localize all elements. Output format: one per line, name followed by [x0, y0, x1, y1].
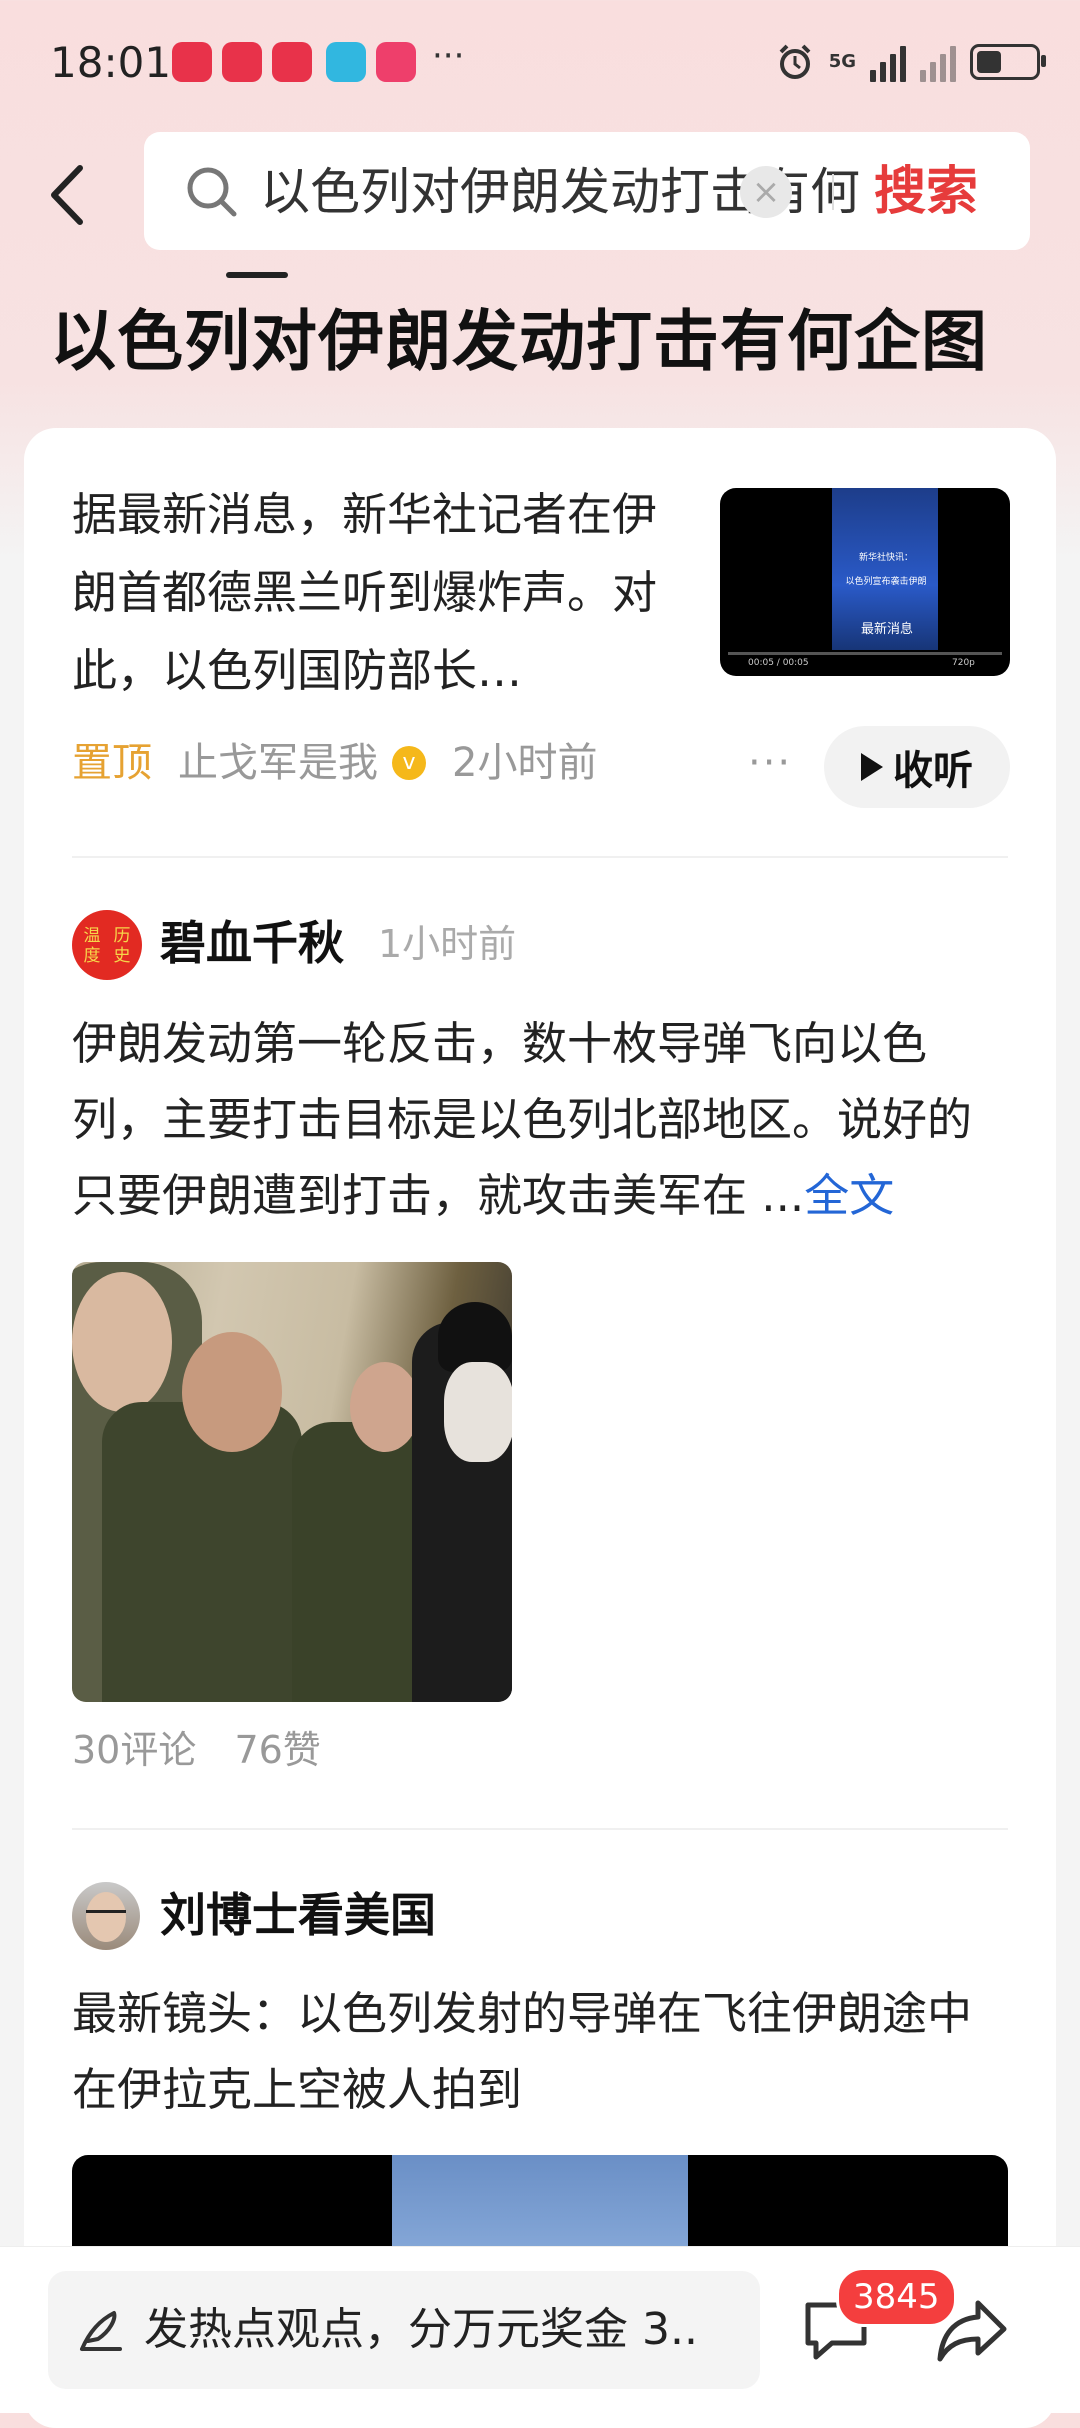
pen-icon: [80, 2311, 122, 2351]
thumb-caption: 最新消息: [860, 622, 913, 637]
post-stats: 30评论 76赞: [72, 1722, 347, 1778]
post-time: 1小时前: [378, 922, 517, 966]
video-app-icon: [376, 42, 416, 82]
back-arrow-icon[interactable]: [40, 160, 100, 230]
search-bar: 以色列对伊朗发动打击有何企图 × 搜索: [144, 132, 1030, 250]
post-author[interactable]: 刘博士看美国: [160, 1880, 436, 1950]
full-text-link[interactable]: 全文: [804, 1169, 894, 1222]
video-quality: 720p: [952, 658, 975, 668]
thumb-caption: 新华社快讯：: [858, 553, 913, 563]
verified-icon: v: [392, 746, 426, 780]
pinned-label: 置顶: [72, 740, 152, 786]
listen-label: 收听: [893, 748, 973, 794]
signal-icon: [870, 42, 906, 82]
news-summary[interactable]: 据最新消息，新华社记者在伊朗首都德黑兰听到爆炸声。对此，以色列国防部长…: [72, 476, 682, 710]
more-notifications: ···: [432, 36, 465, 76]
thumb-caption: 以色列宣布袭击伊朗: [845, 577, 927, 587]
bottom-bar: 发热点观点，分万元奖金 3.. 3845: [0, 2246, 1080, 2413]
divider: [72, 856, 1008, 858]
post-text[interactable]: 最新镜头：以色列发射的导弹在飞往伊朗途中在伊拉克上空被人拍到: [72, 1976, 1012, 2128]
signal-icon: [920, 42, 956, 82]
battery-icon: [970, 44, 1046, 80]
share-icon[interactable]: [934, 2291, 1012, 2369]
divider: [72, 1828, 1008, 1830]
comment-placeholder: 发热点观点，分万元奖金 3..: [144, 2304, 698, 2355]
comment-input[interactable]: 发热点观点，分万元奖金 3..: [48, 2271, 760, 2389]
post-video[interactable]: [72, 2155, 1008, 2255]
search-divider: [832, 174, 834, 210]
status-icons: 5G: [775, 40, 1046, 84]
comment-count[interactable]: 30评论: [72, 1728, 196, 1772]
money-app-icon: [172, 42, 212, 82]
more-options-icon[interactable]: ···: [748, 740, 792, 786]
status-bar: 18:01 ··· 5G: [0, 0, 1080, 130]
play-icon: [861, 753, 883, 781]
search-icon: [187, 167, 237, 217]
tab-indicator: [226, 272, 288, 278]
status-time: 18:01: [50, 38, 172, 87]
post-image[interactable]: [72, 1262, 512, 1702]
avatar[interactable]: [72, 1882, 140, 1950]
post-author[interactable]: 碧血千秋: [160, 908, 344, 978]
money-app-icon: [272, 42, 312, 82]
post-text[interactable]: 伊朗发动第一轮反击，数十枚导弹飞向以色列，主要打击目标是以色列北部地区。说好的只…: [72, 1006, 1012, 1234]
news-time: 2小时前: [452, 740, 598, 786]
network-type: 5G: [828, 51, 856, 72]
listen-button[interactable]: 收听: [824, 726, 1010, 808]
news-meta: 置顶 止戈军是我 v 2小时前: [72, 735, 597, 791]
clear-icon[interactable]: ×: [740, 166, 792, 218]
book-app-icon: [326, 42, 366, 82]
like-count[interactable]: 76赞: [234, 1728, 320, 1772]
news-author[interactable]: 止戈军是我: [178, 735, 378, 791]
search-button[interactable]: 搜索: [874, 160, 978, 224]
alarm-icon: [779, 44, 811, 79]
video-time: 00:05 / 00:05: [748, 658, 809, 668]
news-video-thumbnail[interactable]: 新华社快讯： 以色列宣布袭击伊朗 最新消息 00:05 / 00:05 720p: [720, 488, 1010, 676]
avatar[interactable]: 温度 历史: [72, 910, 142, 980]
money-app-icon: [222, 42, 262, 82]
page-title: 以色列对伊朗发动打击有何企图: [50, 303, 988, 380]
